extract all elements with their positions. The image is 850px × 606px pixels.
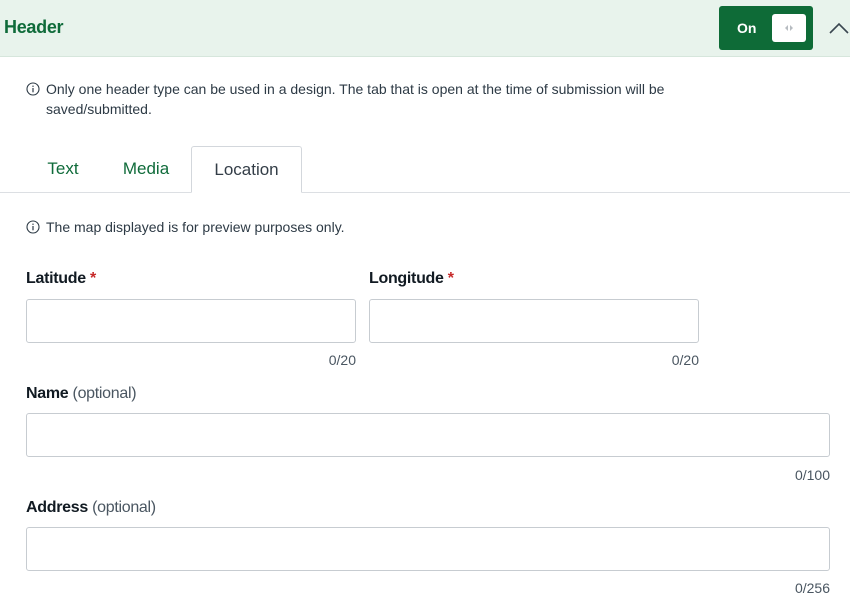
map-preview-notice: The map displayed is for preview purpose… <box>26 217 626 237</box>
address-label-text: Address <box>26 499 88 516</box>
header-type-notice: Only one header type can be used in a de… <box>26 79 826 119</box>
address-char-counter: 0/256 <box>794 580 830 596</box>
latitude-char-counter: 0/20 <box>328 352 356 368</box>
required-mark: * <box>447 270 454 287</box>
notice-line-1: Only one header type can be used in a de… <box>46 81 665 97</box>
longitude-char-counter: 0/20 <box>671 352 699 368</box>
latitude-label-text: Latitude <box>26 270 86 287</box>
notice-line-2: saved/submitted. <box>46 101 152 117</box>
chevron-up-icon[interactable] <box>828 21 850 35</box>
name-label: Name (optional) <box>26 385 137 403</box>
required-mark: * <box>89 270 96 287</box>
header-on-toggle[interactable]: On <box>719 6 813 50</box>
header-section-bar: Header On <box>0 0 850 57</box>
info-icon <box>26 82 40 96</box>
address-input[interactable] <box>26 527 830 571</box>
longitude-label: Longitude * <box>369 270 454 288</box>
section-title: Header <box>4 17 64 37</box>
info-icon <box>26 220 40 234</box>
name-input[interactable] <box>26 413 830 457</box>
name-label-text: Name <box>26 385 69 402</box>
toggle-knob[interactable] <box>772 14 806 42</box>
address-label: Address (optional) <box>26 499 156 517</box>
tab-media[interactable]: Media <box>108 146 184 193</box>
drag-arrows-icon <box>785 25 793 31</box>
optional-hint: (optional) <box>72 385 137 402</box>
latitude-input[interactable] <box>26 299 356 343</box>
latitude-label: Latitude * <box>26 270 96 288</box>
longitude-input[interactable] <box>369 299 699 343</box>
longitude-label-text: Longitude <box>369 270 444 287</box>
optional-hint: (optional) <box>92 499 156 516</box>
name-char-counter: 0/100 <box>794 467 830 483</box>
map-notice-text: The map displayed is for preview purpose… <box>46 219 345 235</box>
toggle-label: On <box>737 20 757 36</box>
tab-location[interactable]: Location <box>191 146 302 193</box>
tab-text[interactable]: Text <box>28 146 98 193</box>
